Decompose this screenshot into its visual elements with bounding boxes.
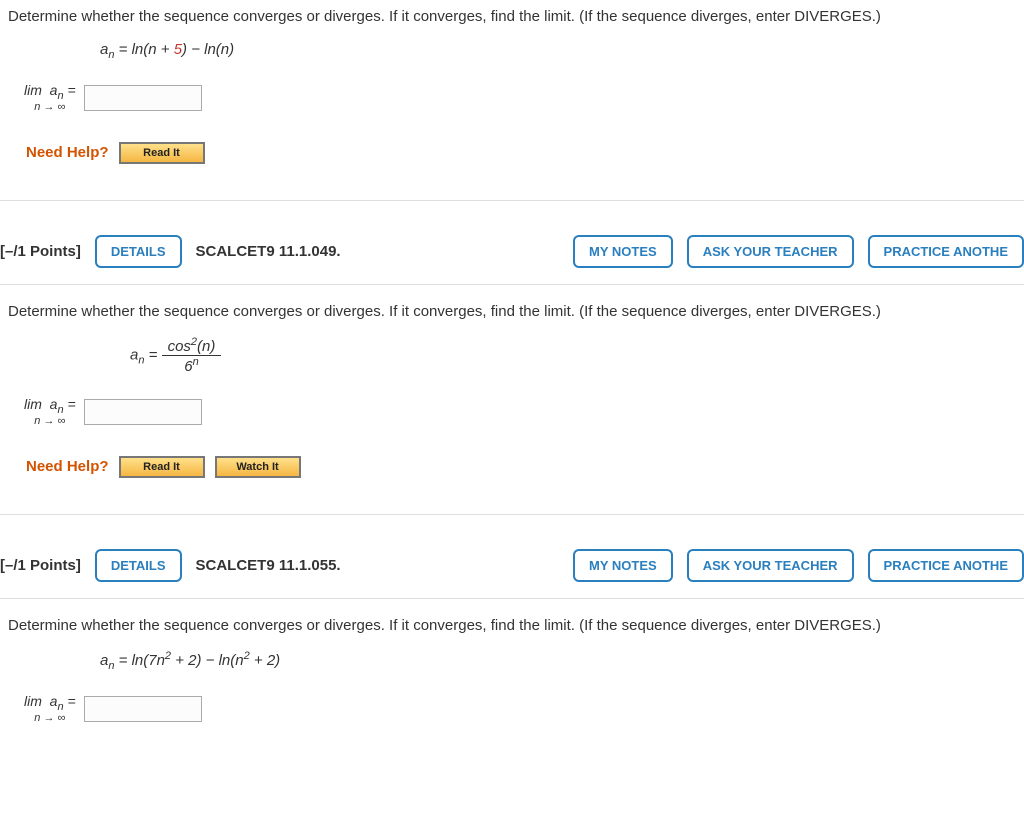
answer-row: lim an = n → ∞ [4,75,1020,130]
need-help-row: Need Help? Read It [4,130,1020,170]
read-it-button[interactable]: Read It [119,142,205,164]
header-divider [0,284,1024,285]
formula: an = ln(n + 5) − ln(n) [4,35,1020,75]
question-header-3: [–/1 Points] DETAILS SCALCET9 11.1.055. … [0,541,1024,594]
limit-label: lim an = n → ∞ [24,397,76,428]
question-header-2: [–/1 Points] DETAILS SCALCET9 11.1.049. … [0,227,1024,280]
ask-teacher-button[interactable]: ASK YOUR TEACHER [687,235,854,268]
need-help-label: Need Help? [26,144,109,161]
formula: an = cos2(n) 6n [4,330,1020,389]
watch-it-button[interactable]: Watch It [215,456,301,478]
question-3: Determine whether the sequence converges… [0,609,1024,753]
points-label: [–/1 Points] [0,243,81,260]
divider [0,514,1024,515]
need-help-row: Need Help? Read It Watch It [4,444,1020,484]
answer-input[interactable] [84,85,202,111]
read-it-button[interactable]: Read It [119,456,205,478]
question-1: Determine whether the sequence converges… [0,0,1024,182]
header-divider [0,598,1024,599]
practice-another-button[interactable]: PRACTICE ANOTHE [868,549,1024,582]
prompt-text: Determine whether the sequence converges… [4,299,1020,330]
ask-teacher-button[interactable]: ASK YOUR TEACHER [687,549,854,582]
my-notes-button[interactable]: MY NOTES [573,549,673,582]
answer-input[interactable] [84,696,202,722]
need-help-label: Need Help? [26,458,109,475]
points-label: [–/1 Points] [0,557,81,574]
my-notes-button[interactable]: MY NOTES [573,235,673,268]
details-button[interactable]: DETAILS [95,549,182,582]
formula: an = ln(7n2 + 2) − ln(n2 + 2) [4,644,1020,686]
answer-input[interactable] [84,399,202,425]
prompt-text: Determine whether the sequence converges… [4,4,1020,35]
question-2: Determine whether the sequence converges… [0,295,1024,496]
answer-row: lim an = n → ∞ [4,686,1020,741]
details-button[interactable]: DETAILS [95,235,182,268]
prompt-text: Determine whether the sequence converges… [4,613,1020,644]
answer-row: lim an = n → ∞ [4,389,1020,444]
practice-another-button[interactable]: PRACTICE ANOTHE [868,235,1024,268]
divider [0,200,1024,201]
fraction: cos2(n) 6n [162,336,222,375]
reference-label: SCALCET9 11.1.055. [196,557,341,574]
limit-label: lim an = n → ∞ [24,83,76,114]
reference-label: SCALCET9 11.1.049. [196,243,341,260]
limit-label: lim an = n → ∞ [24,694,76,725]
